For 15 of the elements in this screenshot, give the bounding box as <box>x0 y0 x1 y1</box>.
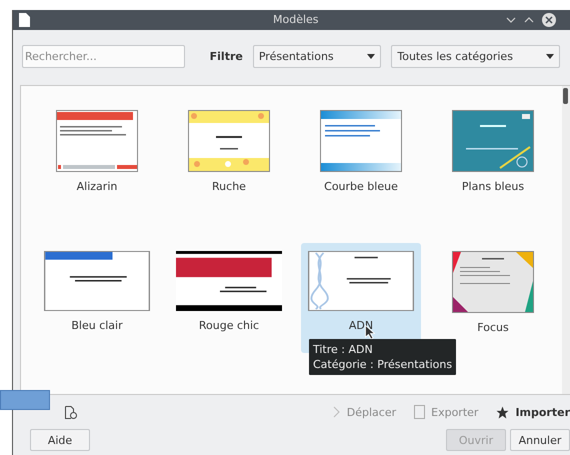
category-dropdown[interactable]: Toutes les catégories <box>391 45 560 68</box>
template-item[interactable]: Alizarin <box>37 102 157 212</box>
toolbar-action[interactable]: Importer <box>496 406 570 418</box>
tooltip: Titre : ADN Catégorie : Présentations <box>309 339 456 375</box>
dialog-button[interactable]: Aide <box>30 429 90 451</box>
window-title: Modèles <box>273 13 319 26</box>
dialog-button[interactable]: Annuler <box>510 429 570 451</box>
template-item[interactable]: Ruche <box>169 102 289 212</box>
application-dropdown[interactable]: Présentations <box>252 45 382 68</box>
template-item[interactable]: Courbe bleue <box>301 102 421 212</box>
template-item[interactable]: Plans bleus <box>433 102 553 212</box>
template-item[interactable]: Bleu clair <box>37 243 157 353</box>
search-field[interactable]: Rechercher... <box>22 45 185 68</box>
filter-label: Filtre <box>210 50 243 63</box>
template-item[interactable]: Rouge chic <box>169 243 289 353</box>
